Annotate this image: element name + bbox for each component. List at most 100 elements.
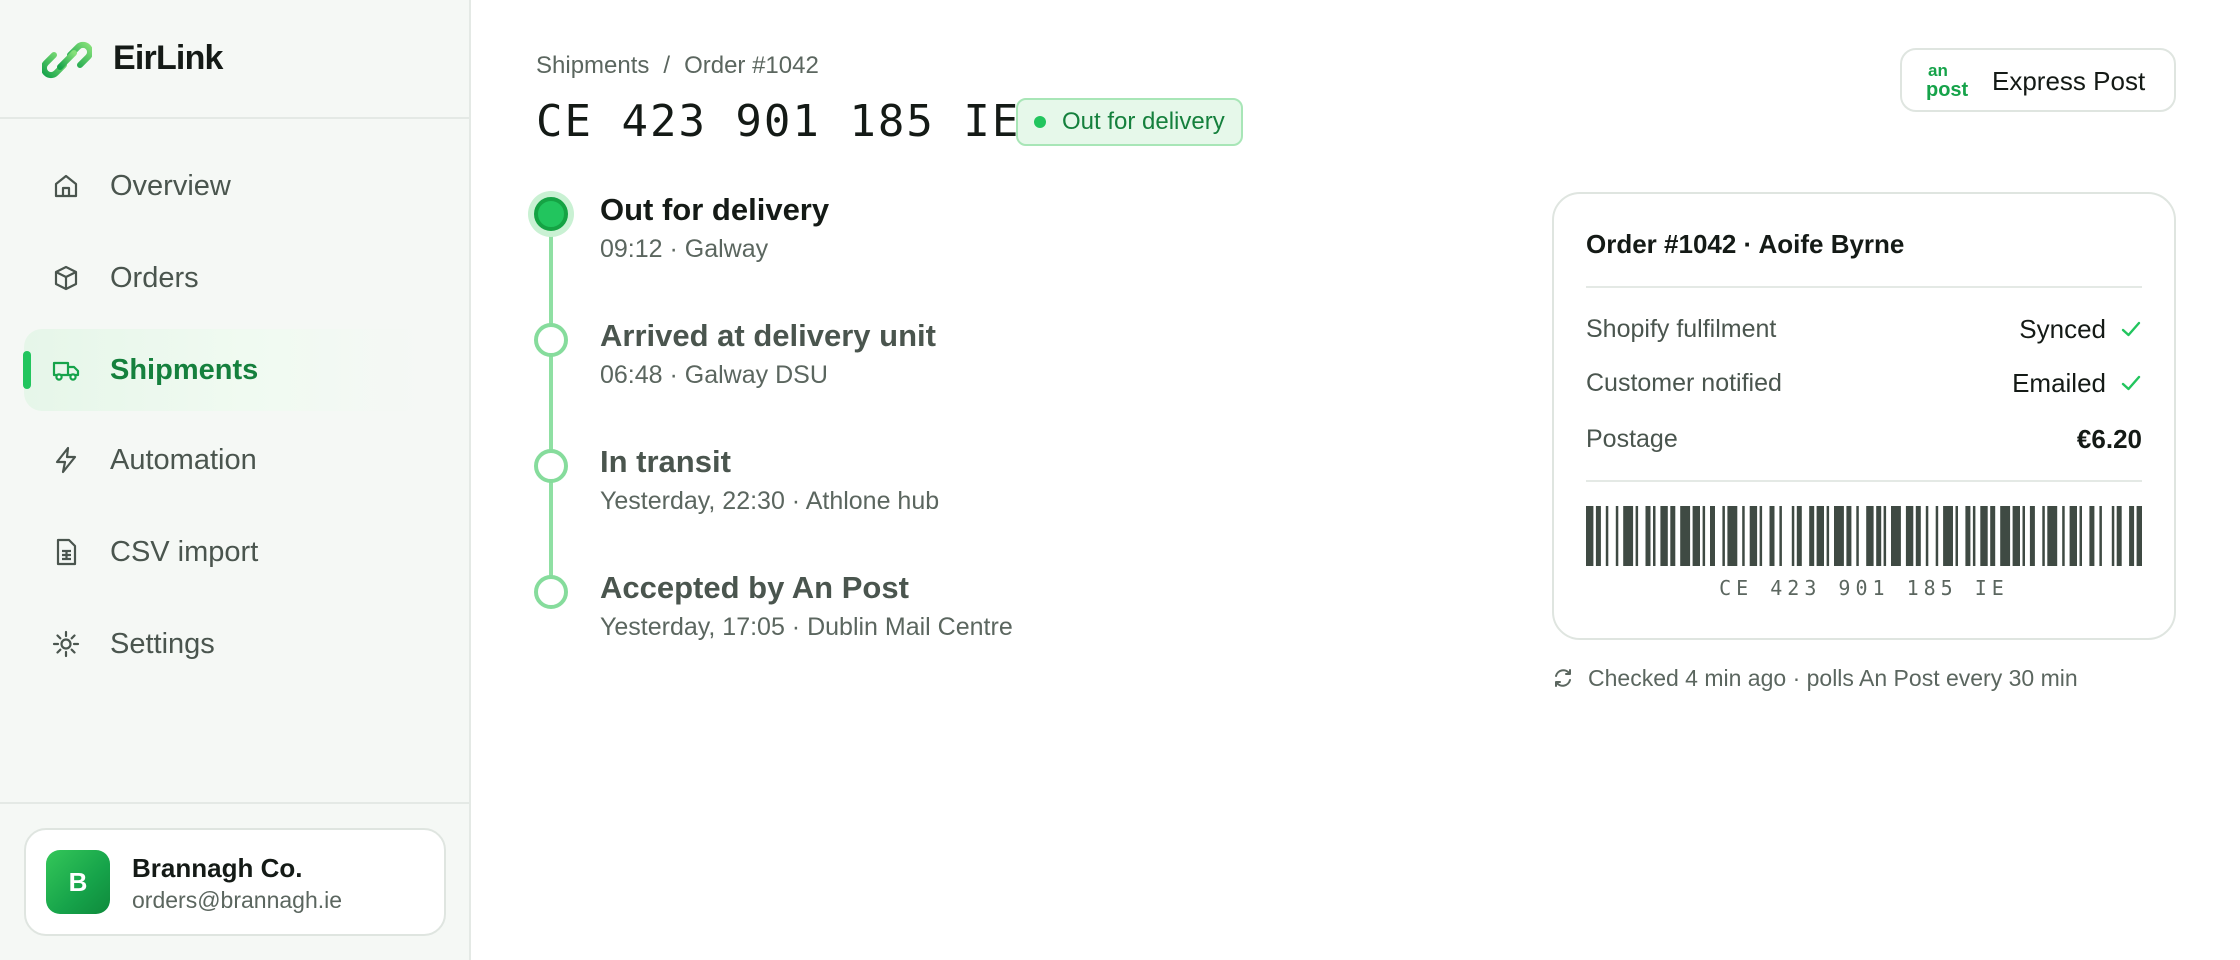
svg-text:post: post — [1926, 79, 1969, 100]
timeline-event-title: In transit — [600, 444, 731, 479]
sidebar-item-label: CSV import — [110, 536, 259, 568]
barcode-bar — [1883, 506, 1887, 566]
barcode-bar — [1702, 506, 1706, 566]
barcode-bar — [1779, 506, 1782, 566]
barcode-bar — [1905, 506, 1914, 566]
barcode-bar — [2047, 506, 2058, 566]
breadcrumb-shipments-link[interactable]: Shipments — [536, 52, 649, 80]
timeline-event-detail: Yesterday, 22:30 · Athlone hub — [600, 487, 940, 515]
barcode-bar — [1710, 506, 1715, 566]
barcode-text: CE 423 901 185 IE — [1719, 576, 2009, 600]
divider — [1586, 286, 2142, 288]
home-icon — [54, 174, 78, 198]
barcode-bar — [2129, 506, 2135, 566]
barcode-bar — [2012, 506, 2020, 566]
timeline-event-detail: 06:48 · Galway DSU — [600, 361, 828, 389]
app-name: EirLink — [113, 39, 223, 77]
carrier-chip[interactable]: an post Express Post — [1900, 48, 2176, 112]
poll-status: Checked 4 min ago · polls An Post every … — [1552, 664, 2078, 692]
row-value-notified: Emailed — [2012, 368, 2142, 398]
sidebar: EirLink Overview Orders Shipments Automa… — [0, 0, 471, 960]
row-label-shopify: Shopify fulfilment — [1586, 315, 1777, 343]
barcode-bar — [1980, 506, 1988, 566]
barcode-bar — [1660, 506, 1668, 566]
avatar: B — [46, 850, 110, 914]
timeline-track — [549, 214, 553, 590]
barcode-bar — [1809, 506, 1815, 566]
an-post-logo: an post — [1926, 61, 1969, 100]
barcode — [1586, 506, 2142, 566]
timeline-event-title: Out for delivery — [600, 192, 830, 227]
barcode-bar — [2022, 506, 2025, 566]
barcode-bar — [2089, 506, 2095, 566]
barcode-bar — [2000, 506, 2011, 566]
barcode-bar — [1615, 506, 1619, 566]
barcode-bar — [1925, 506, 1929, 566]
barcode-bar — [1749, 506, 1758, 566]
sidebar-item-label: Overview — [110, 170, 231, 202]
check-icon — [2121, 375, 2141, 391]
svg-text:an: an — [1928, 61, 1948, 80]
account-name: Brannagh Co. — [132, 853, 303, 883]
sidebar-item-automation[interactable]: Automation — [24, 419, 424, 501]
barcode-bar — [1796, 506, 1802, 566]
barcode-bar — [1915, 506, 1921, 566]
sidebar-item-settings[interactable]: Settings — [24, 603, 424, 685]
barcode-bar — [1856, 506, 1859, 566]
barcode-bar — [1965, 506, 1971, 566]
breadcrumb: Shipments / Order #1042 — [536, 52, 819, 80]
postage-amount: €6.20 — [2076, 424, 2142, 454]
barcode-bar — [2136, 506, 2142, 566]
row-label-postage: Postage — [1586, 425, 1678, 453]
sidebar-item-label: Settings — [110, 628, 215, 660]
barcode-bar — [2099, 506, 2102, 566]
barcode-bar — [1866, 506, 1874, 566]
sync-status: Synced — [2019, 314, 2106, 344]
truck-icon — [52, 361, 80, 381]
barcode-bar — [1891, 506, 1901, 566]
sidebar-item-label: Shipments — [110, 354, 259, 386]
barcode-bar — [1727, 506, 1738, 566]
order-card-title: Order #1042 · Aoife Byrne — [1586, 229, 1905, 259]
tracking-number: CE 423 901 185 IE — [536, 96, 1021, 147]
lightning-icon — [55, 446, 77, 474]
sidebar-item-csv-import[interactable]: CSV import — [24, 511, 424, 593]
breadcrumb-separator: / — [663, 52, 671, 79]
barcode-bar — [1846, 506, 1852, 566]
brand: EirLink — [0, 0, 469, 119]
barcode-bar — [1816, 506, 1824, 566]
sidebar-item-orders[interactable]: Orders — [24, 237, 424, 319]
row-label-notified: Customer notified — [1586, 369, 1782, 397]
timeline-event-detail: Yesterday, 17:05 · Dublin Mail Centre — [600, 613, 1013, 641]
barcode-bar — [1759, 506, 1763, 566]
check-icon — [2121, 321, 2141, 337]
sidebar-item-label: Orders — [110, 262, 199, 294]
barcode-bar — [1972, 506, 1976, 566]
barcode-bar — [1834, 506, 1844, 566]
barcode-bar — [1876, 506, 1882, 566]
status-badge-label: Out for delivery — [1062, 108, 1225, 135]
barcode-bar — [1623, 506, 1634, 566]
notify-status: Emailed — [2012, 368, 2106, 398]
status-badge: Out for delivery — [1016, 98, 1243, 146]
barcode-bar — [1722, 506, 1725, 566]
account-switcher[interactable]: B Brannagh Co. orders@brannagh.ie — [24, 828, 446, 936]
sidebar-item-overview[interactable]: Overview — [24, 145, 424, 227]
barcode-bar — [2062, 506, 2065, 566]
barcode-bar — [2116, 506, 2122, 566]
barcode-bar — [2029, 506, 2035, 566]
barcode-bar — [2069, 506, 2077, 566]
carrier-label: Express Post — [1992, 66, 2146, 96]
refresh-icon — [1555, 669, 1571, 687]
sidebar-item-shipments[interactable]: Shipments — [23, 329, 424, 411]
row-value-postage: €6.20 — [2077, 424, 2142, 454]
barcode-bar — [1769, 506, 1775, 566]
timeline-node-current — [534, 197, 568, 231]
barcode-bar — [1742, 506, 1745, 566]
row-value-shopify: Synced — [2019, 314, 2142, 344]
barcode-bar — [1943, 506, 1953, 566]
sidebar-item-label: Automation — [110, 444, 257, 476]
timeline-event-title: Accepted by An Post — [600, 570, 909, 605]
order-card: Order #1042 · Aoife Byrne Shopify fulfil… — [1552, 192, 2176, 640]
poll-status-text: Checked 4 min ago · polls An Post every … — [1588, 665, 2078, 691]
